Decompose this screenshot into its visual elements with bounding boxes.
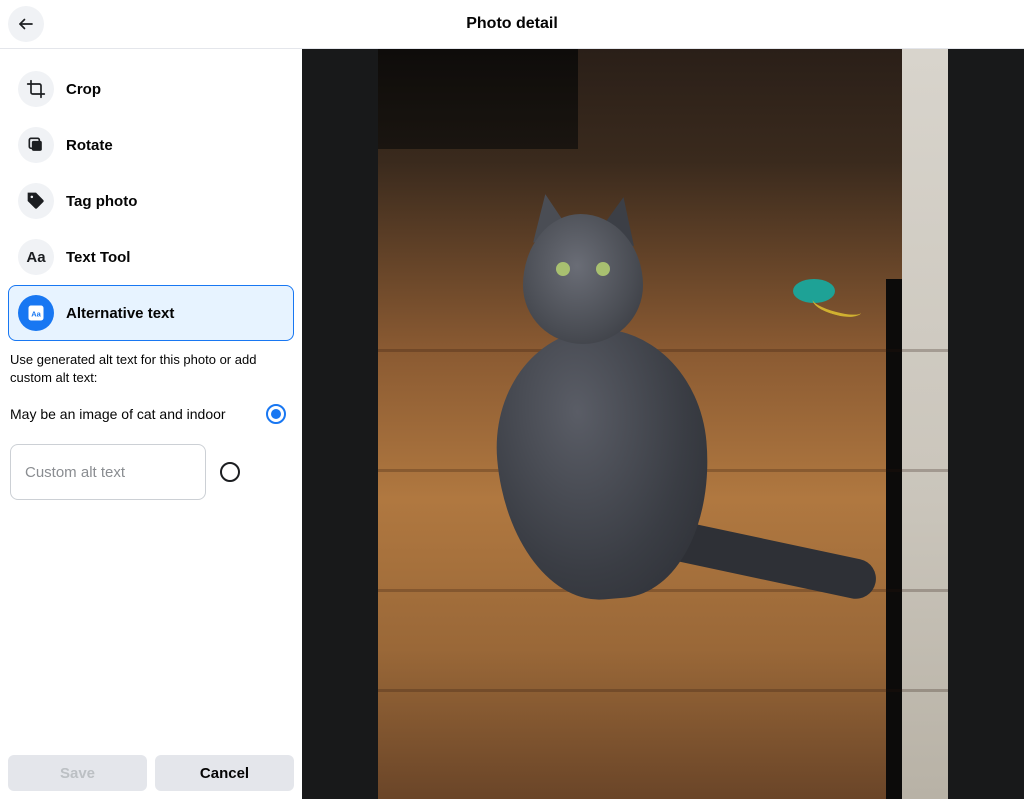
photo-content [378,49,948,799]
page-title: Photo detail [466,15,558,33]
tool-tag-photo[interactable]: Tag photo [8,173,294,229]
custom-alt-option[interactable] [8,434,294,510]
tool-text-tool-label: Text Tool [66,249,130,266]
background-wall [902,49,948,799]
tool-text-tool[interactable]: Aa Text Tool [8,229,294,285]
alt-text-icon: Aa [18,295,54,331]
rotate-icon [18,127,54,163]
sidebar-spacer [8,510,294,747]
background-doorway [378,49,578,149]
tool-alt-text-label: Alternative text [66,305,174,322]
photo-preview [302,49,1024,799]
alt-text-section: Use generated alt text for this photo or… [8,341,294,510]
text-tool-icon: Aa [18,239,54,275]
header: Photo detail [0,0,1024,49]
arrow-left-icon [17,15,35,33]
custom-alt-radio[interactable] [220,462,240,482]
alt-text-instructions: Use generated alt text for this photo or… [8,351,294,386]
tool-rotate[interactable]: Rotate [8,117,294,173]
floor-plank [378,689,948,692]
content: Crop Rotate Tag photo Aa Text Tool Aa Al… [0,49,1024,799]
generated-alt-text: May be an image of cat and indoor [10,406,226,422]
tool-crop-label: Crop [66,81,101,98]
custom-alt-input[interactable] [10,444,206,500]
floor-plank [378,349,948,352]
tag-icon [18,183,54,219]
sidebar: Crop Rotate Tag photo Aa Text Tool Aa Al… [0,49,302,799]
tool-tag-photo-label: Tag photo [66,193,137,210]
cat-eye-left [556,262,570,276]
generated-alt-radio[interactable] [266,404,286,424]
save-button[interactable]: Save [8,755,147,791]
crop-icon [18,71,54,107]
tool-crop[interactable]: Crop [8,61,294,117]
back-button[interactable] [8,6,44,42]
sidebar-footer: Save Cancel [8,747,294,791]
background-door-gap [886,279,902,799]
generated-alt-option[interactable]: May be an image of cat and indoor [8,386,294,434]
tool-rotate-label: Rotate [66,137,113,154]
cat-eye-right [596,262,610,276]
cat-toy-string [811,291,864,321]
svg-text:Aa: Aa [31,309,41,318]
tool-alt-text[interactable]: Aa Alternative text [8,285,294,341]
cancel-button[interactable]: Cancel [155,755,294,791]
cat-body [487,320,720,607]
